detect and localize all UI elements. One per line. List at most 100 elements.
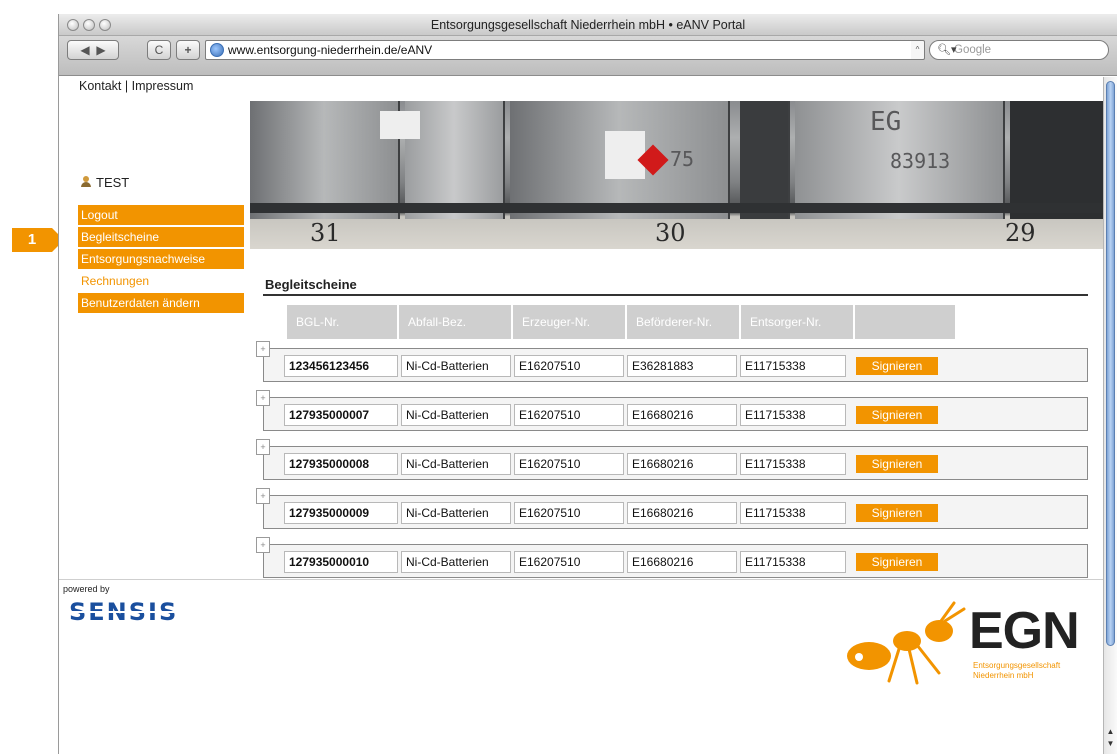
window-title: Entsorgungsgesellschaft Niederrhein mbH … [430, 18, 746, 32]
cell-bgl: 127935000008 [284, 453, 398, 475]
egn-subtitle: Entsorgungsgesellschaft Niederrhein mbH [973, 661, 1060, 681]
cell-abfall: Ni-Cd-Batterien [401, 453, 511, 475]
document-icon[interactable]: + [256, 341, 270, 357]
container-gap [740, 101, 790, 219]
table-row: + 127935000007 Ni-Cd-Batterien E16207510… [256, 390, 1088, 431]
cell-befoerderer: E16680216 [627, 502, 737, 524]
document-icon[interactable]: + [256, 537, 270, 553]
cell-entsorger: E11715338 [740, 551, 846, 573]
back-forward-buttons[interactable]: ◀ ▶ [67, 40, 119, 60]
sign-button[interactable]: Signieren [856, 357, 938, 375]
plus-icon: + [184, 43, 192, 57]
browser-window: Entsorgungsgesellschaft Niederrhein mbH … [58, 14, 1117, 754]
user-icon [81, 176, 91, 188]
globe-icon [210, 43, 224, 57]
cell-bgl: 127935000007 [284, 404, 398, 426]
add-bookmark-button[interactable]: + [176, 40, 200, 60]
cell-abfall: Ni-Cd-Batterien [401, 355, 511, 377]
document-icon[interactable]: + [256, 488, 270, 504]
url-text: www.entsorgung-niederrhein.de/eANV [228, 43, 433, 57]
cell-bgl: 127935000010 [284, 551, 398, 573]
cell-befoerderer: E16680216 [627, 404, 737, 426]
url-bar[interactable]: www.entsorgung-niederrhein.de/eANV [205, 40, 915, 60]
nav-separator: | [121, 79, 132, 93]
search-input[interactable]: 🔍︎▾ Google [929, 40, 1109, 60]
egn-wordmark: EGN [969, 602, 1080, 660]
reload-button[interactable]: C [147, 40, 171, 60]
cell-befoerderer: E16680216 [627, 551, 737, 573]
table-header: BGL-Nr. Abfall-Bez. Erzeuger-Nr. Beförde… [287, 305, 957, 339]
menu-item-rechnungen[interactable]: Rechnungen [78, 271, 244, 291]
hero-number: 30 [655, 219, 686, 247]
hero-stencil-number: 83913 [890, 149, 951, 173]
cell-befoerderer: E16680216 [627, 453, 737, 475]
sign-button[interactable]: Signieren [856, 406, 938, 424]
menu-item-begleitscheine[interactable]: Begleitscheine [78, 227, 244, 247]
cell-abfall: Ni-Cd-Batterien [401, 502, 511, 524]
cell-abfall: Ni-Cd-Batterien [401, 551, 511, 573]
paper-label [605, 131, 645, 179]
column-header-actions [855, 305, 955, 339]
hero-number: 31 [310, 219, 341, 247]
sign-button[interactable]: Signieren [856, 455, 938, 473]
cell-bgl: 123456123456 [284, 355, 398, 377]
hero-image: 75 EG 83913 31 30 29 [250, 101, 1105, 249]
sign-button[interactable]: Signieren [856, 504, 938, 522]
search-icon: 🔍︎▾ [937, 44, 957, 56]
menu-item-logout[interactable]: Logout [78, 205, 244, 225]
vertical-scrollbar[interactable]: ▲ ▼ [1103, 77, 1117, 754]
scrollbar-thumb[interactable] [1106, 81, 1115, 646]
container-box [405, 101, 505, 219]
table-row: + 123456123456 Ni-Cd-Batterien E16207510… [256, 341, 1088, 382]
footer-divider [59, 579, 1104, 580]
container-box [1010, 101, 1105, 219]
document-icon[interactable]: + [256, 390, 270, 406]
container-box [250, 101, 400, 219]
paper-label [380, 111, 420, 139]
scroll-arrows-icon[interactable]: ▲ ▼ [1105, 726, 1116, 752]
user-name: TEST [96, 175, 130, 190]
hero-stencil-number: 75 [670, 147, 695, 171]
cell-entsorger: E11715338 [740, 453, 846, 475]
cell-entsorger: E11715338 [740, 404, 846, 426]
menu-item-benutzerdaten[interactable]: Benutzerdaten ändern [78, 293, 244, 313]
cell-bgl: 127935000009 [284, 502, 398, 524]
cell-abfall: Ni-Cd-Batterien [401, 404, 511, 426]
cell-erzeuger: E16207510 [514, 355, 624, 377]
column-header-befoerderer: Beförderer-Nr. [627, 305, 739, 339]
forward-icon[interactable]: ▶ [96, 43, 105, 57]
url-dropdown-icon[interactable]: ^ [911, 40, 925, 60]
top-nav: Kontakt | Impressum [79, 79, 193, 93]
egn-subtitle-line-1: Entsorgungsgesellschaft [973, 661, 1061, 670]
ant-icon [847, 601, 966, 685]
table-row: + 127935000008 Ni-Cd-Batterien E16207510… [256, 439, 1088, 480]
hero-stencil-code: EG [870, 107, 902, 137]
imprint-link[interactable]: Impressum [132, 79, 194, 93]
browser-toolbar: ◀ ▶ C + www.entsorgung-niederrhein.de/eA… [59, 36, 1117, 76]
document-icon[interactable]: + [256, 439, 270, 455]
column-header-erzeuger: Erzeuger-Nr. [513, 305, 625, 339]
table-row: + 127935000009 Ni-Cd-Batterien E16207510… [256, 488, 1088, 529]
section-divider [263, 294, 1088, 296]
cell-erzeuger: E16207510 [514, 502, 624, 524]
contact-link[interactable]: Kontakt [79, 79, 121, 93]
callout-1: 1 [12, 228, 64, 252]
sign-button[interactable]: Signieren [856, 553, 938, 571]
column-header-abfall: Abfall-Bez. [399, 305, 511, 339]
hero-rail [250, 203, 1105, 213]
cell-erzeuger: E16207510 [514, 453, 624, 475]
section-title: Begleitscheine [265, 277, 357, 292]
side-menu: Logout Begleitscheine Entsorgungsnachwei… [78, 205, 244, 315]
powered-by-label: powered by [63, 584, 110, 594]
column-header-bgl: BGL-Nr. [287, 305, 397, 339]
cell-erzeuger: E16207510 [514, 551, 624, 573]
back-icon[interactable]: ◀ [80, 43, 89, 57]
page-content: Kontakt | Impressum TEST Logout Begleits… [59, 77, 1105, 754]
egn-logo: EGN Entsorgungsgesellschaft Niederrhein … [829, 597, 1089, 697]
menu-item-entsorgungsnachweise[interactable]: Entsorgungsnachweise [78, 249, 244, 269]
sensis-logo[interactable]: SENSIS [69, 598, 179, 626]
cell-entsorger: E11715338 [740, 355, 846, 377]
reload-icon: C [154, 43, 164, 57]
cell-entsorger: E11715338 [740, 502, 846, 524]
callout-1-label: 1 [27, 231, 37, 248]
